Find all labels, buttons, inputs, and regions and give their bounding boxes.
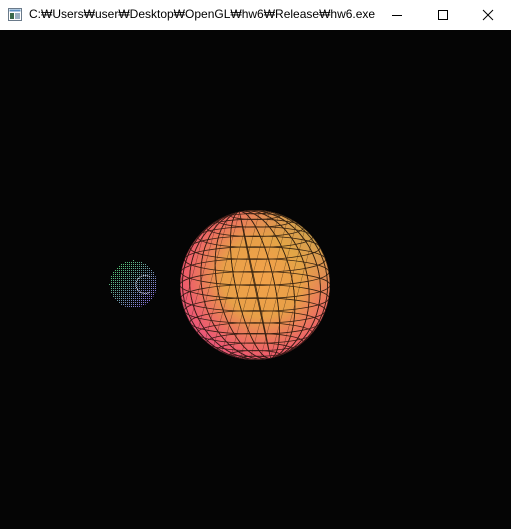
- opengl-viewport[interactable]: [0, 30, 511, 529]
- close-icon: [482, 9, 494, 21]
- close-button[interactable]: [465, 0, 511, 30]
- title-bar[interactable]: C:₩Users₩user₩Desktop₩OpenGL₩hw6₩Release…: [0, 0, 511, 30]
- minimize-button[interactable]: [374, 0, 420, 30]
- console-window-icon: [8, 8, 22, 21]
- window-title: C:₩Users₩user₩Desktop₩OpenGL₩hw6₩Release…: [29, 7, 376, 21]
- scene-canvas: [0, 30, 511, 529]
- app-window: C:₩Users₩user₩Desktop₩OpenGL₩hw6₩Release…: [0, 0, 511, 529]
- minimize-icon: [392, 15, 402, 16]
- maximize-icon: [438, 10, 448, 20]
- maximize-button[interactable]: [420, 0, 466, 30]
